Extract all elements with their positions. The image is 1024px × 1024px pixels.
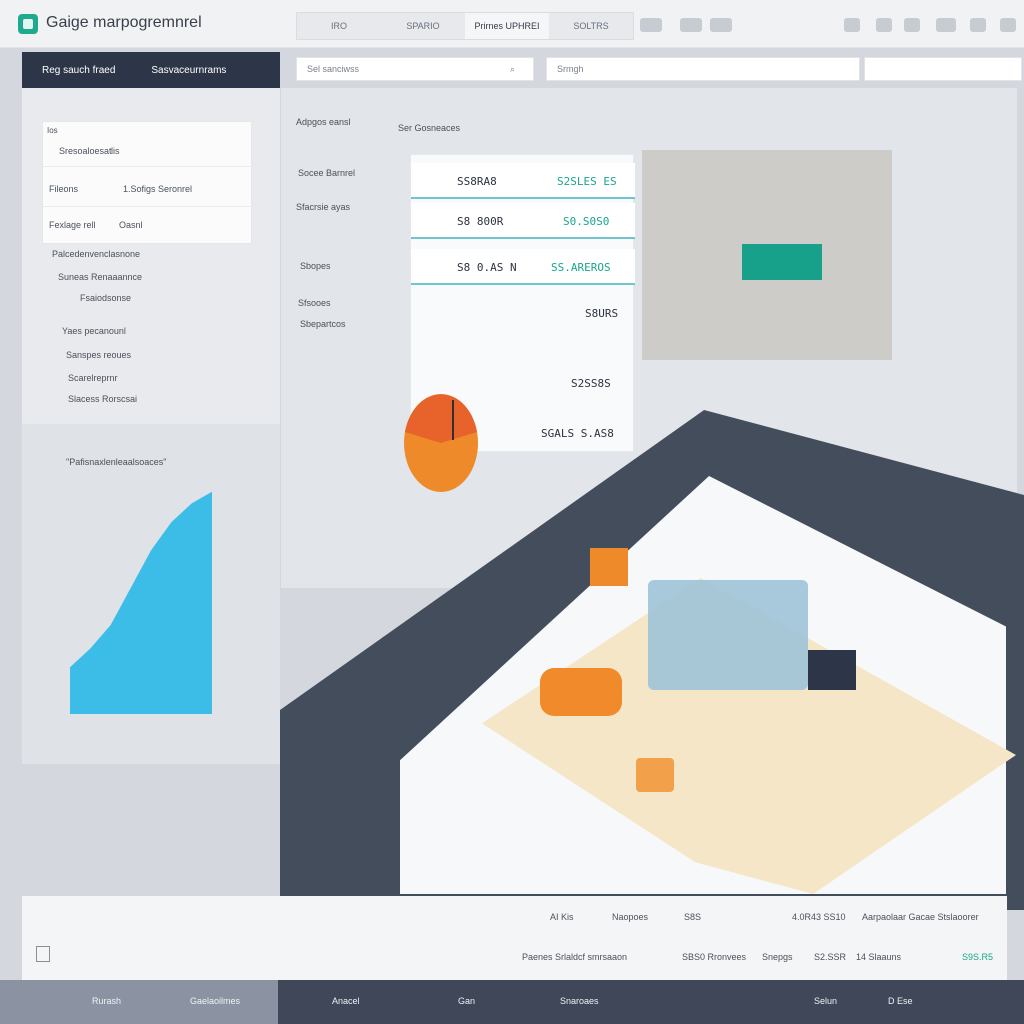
table-cell: SGALS S.AS8 — [541, 427, 614, 440]
area-chart — [70, 491, 212, 714]
info-cell: S2.SSR — [814, 952, 847, 962]
footer-item[interactable]: Gaelaoilmes — [190, 996, 240, 1006]
info-cell: 4.0R43 SS10 — [792, 912, 846, 922]
screen-illustration — [808, 650, 856, 690]
table-row[interactable]: S8 800R S0.S0S0 — [411, 203, 635, 239]
table-cell: S2SLES ES — [557, 175, 617, 188]
info-cell: S8S — [684, 912, 702, 922]
table-cell: SS8RA8 — [457, 175, 497, 188]
table-cell: SS.AREROS — [551, 261, 611, 274]
footer-item[interactable]: Selun — [814, 996, 837, 1006]
filter-input-value: Srmgh — [557, 64, 584, 74]
shelf-illustration — [648, 580, 808, 690]
user-icon[interactable] — [970, 18, 986, 32]
card-divider — [43, 206, 253, 207]
gauge-chart — [404, 394, 478, 492]
list-item[interactable]: Palcedenvenclasnone — [52, 249, 140, 259]
settings-icon[interactable] — [1000, 18, 1016, 32]
subheader-left-label[interactable]: Reg sauch fraed — [42, 65, 115, 76]
info-cell: 14 Slaauns — [856, 952, 902, 962]
search-input[interactable]: Sel sanciwss ⌕ — [296, 57, 534, 81]
card-row-label: Ios — [47, 126, 58, 135]
list-item[interactable]: Sanspes reoues — [66, 350, 131, 360]
image-icon[interactable] — [904, 18, 920, 32]
card-row-label: Fexlage rell — [49, 220, 96, 230]
toolbar-icon-1[interactable] — [640, 18, 662, 32]
info-cell: S9S.R5 — [962, 952, 994, 962]
car-illustration — [540, 668, 622, 716]
app-logo-icon — [18, 14, 38, 34]
footer-item[interactable]: Anacel — [332, 996, 360, 1006]
list-item[interactable]: Yaes pecanounl — [62, 326, 126, 336]
app-title: Gaige marpogremnrel — [46, 14, 202, 31]
tab-4[interactable]: SOLTRS — [549, 13, 633, 39]
tab-2[interactable]: SPARIO — [381, 13, 465, 39]
info-cell: Aarpaolaar Gacae Stslaoorer — [862, 912, 979, 922]
info-cell: AI Kis — [550, 912, 574, 922]
info-cell: SBS0 Rronvees — [682, 952, 747, 962]
footer-item[interactable]: Rurash — [92, 996, 121, 1006]
footer-item[interactable]: D Ese — [888, 996, 913, 1006]
info-cell: Paenes Srlaldcf smrsaaon — [522, 952, 628, 962]
details-card: Ios Sresoaloesat lis Fileons 1.Sofigs Se… — [42, 121, 253, 244]
layout-icon[interactable] — [876, 18, 892, 32]
field-label: Sbopes — [300, 261, 331, 271]
grid-icon[interactable] — [844, 18, 860, 32]
table-cell: S0.S0S0 — [563, 215, 610, 228]
card-row-label: Fileons — [49, 184, 79, 194]
list-item[interactable]: Scarelreprnr — [68, 373, 118, 383]
table-cell: S8URS — [585, 307, 619, 320]
toolbar-icon-2[interactable] — [680, 18, 702, 32]
area-series — [70, 491, 212, 714]
search-icon: ⌕ — [509, 64, 515, 74]
toolbar-icon-3[interactable] — [710, 18, 732, 32]
subheader-right-label[interactable]: Sasvaceurnrams — [151, 65, 226, 76]
field-label: Sfsooes — [298, 298, 331, 308]
field-label: Socee Barnrel — [298, 168, 356, 178]
field-label: Sfacrsie ayas — [296, 202, 351, 212]
table-cell: S2SS8S — [571, 377, 611, 390]
chart-title: "Pafisnaxlenleaalsoaces" — [66, 457, 167, 467]
section-subheading: Ser Gosneaces — [398, 123, 461, 133]
tab-bar: IRO SPARIO Prirnes UPHREI SOLTRS — [296, 12, 634, 40]
card-row-value: lis — [111, 146, 120, 156]
footer-item[interactable]: Gan — [458, 996, 475, 1006]
filter-input-2[interactable] — [864, 57, 1022, 81]
table-row[interactable]: S8 0.AS N SS.AREROS — [411, 249, 635, 285]
table-cell: S8 0.AS N — [457, 261, 517, 274]
tab-1[interactable]: IRO — [297, 13, 381, 39]
footer-item[interactable]: Snaroaes — [560, 996, 599, 1006]
card-row-value: 1.Sofigs Seronrel — [123, 184, 193, 194]
document-icon[interactable] — [36, 946, 50, 962]
chat-icon[interactable] — [936, 18, 956, 32]
filter-input[interactable]: Srmgh — [546, 57, 860, 81]
teal-panel-illustration — [742, 244, 822, 280]
list-item[interactable]: Fsaiodsonse — [80, 293, 131, 303]
card-row-label: Sresoaloesat — [59, 146, 112, 156]
box-illustration — [636, 758, 674, 792]
orange-sign-illustration — [590, 548, 628, 586]
bottom-info-strip — [22, 896, 1007, 980]
info-cell: Snepgs — [762, 952, 793, 962]
search-input-value: Sel sanciwss — [307, 64, 360, 74]
list-item[interactable]: Slacess Rorscsai — [68, 394, 137, 404]
card-divider — [43, 166, 253, 167]
table-cell: S8 800R — [457, 215, 504, 228]
list-item[interactable]: Suneas Renaaannce — [58, 272, 142, 282]
section-heading: Adpgos eansl — [296, 117, 351, 127]
tab-3[interactable]: Prirnes UPHREI — [465, 13, 549, 39]
card-row-value: Oasnl — [119, 220, 143, 230]
field-label: Sbepartcos — [300, 319, 346, 329]
table-row[interactable]: SS8RA8 S2SLES ES — [411, 163, 635, 199]
info-cell: Naopoes — [612, 912, 649, 922]
subheader: Reg sauch fraed Sasvaceurnrams — [22, 52, 280, 88]
